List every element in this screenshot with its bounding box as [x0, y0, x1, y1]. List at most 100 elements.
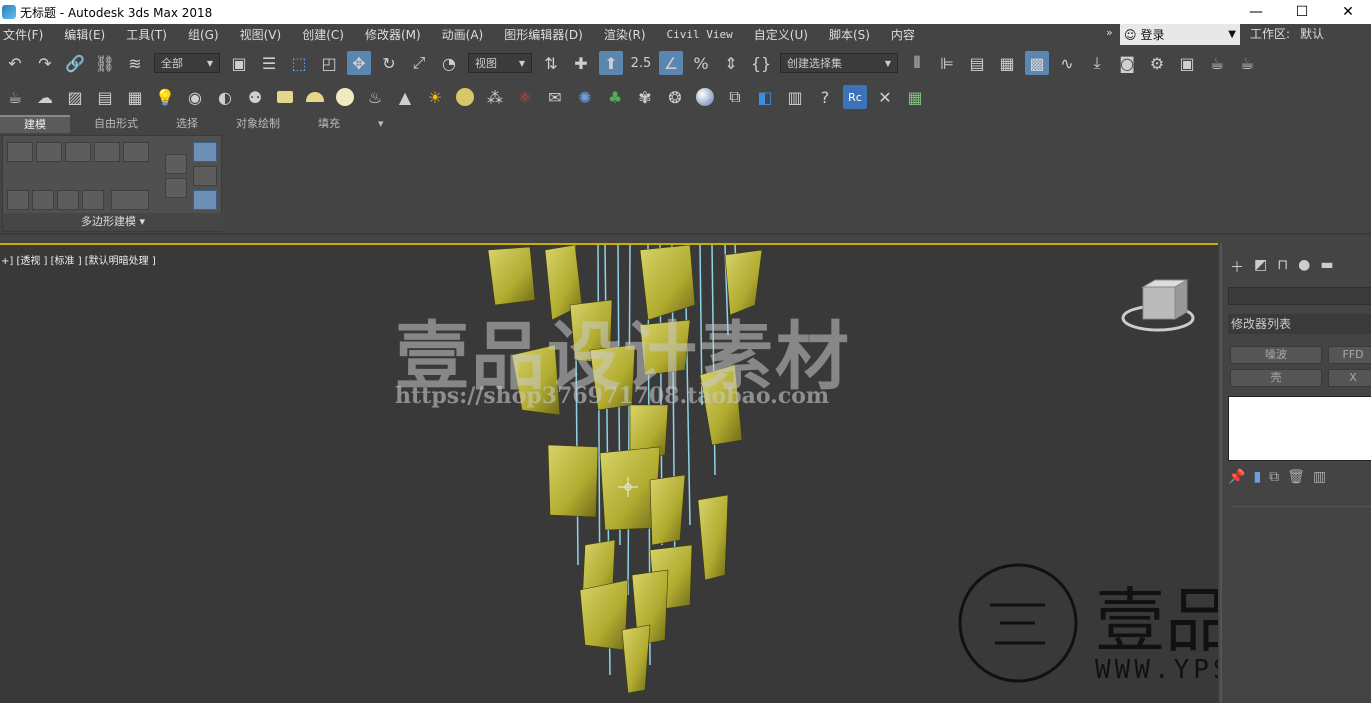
x-modifier-button[interactable]: X	[1328, 369, 1371, 387]
recap-icon[interactable]: Rc	[843, 85, 867, 109]
menu-expand-icon[interactable]: »	[1106, 26, 1113, 39]
undo-icon[interactable]: ↶	[3, 51, 27, 75]
toggle-ribbon-icon[interactable]: ▩	[1025, 51, 1049, 75]
hair-fur-icon[interactable]: ✾	[633, 85, 657, 109]
tab-selection[interactable]: 选择	[162, 115, 212, 133]
tab-modeling[interactable]: 建模	[0, 115, 70, 133]
menu-tools[interactable]: 工具(T)	[123, 26, 177, 43]
render-production-icon[interactable]: ☕	[1205, 51, 1229, 75]
ribbon-options-icon[interactable]: ▾	[364, 115, 398, 133]
dome-light-icon[interactable]	[303, 85, 327, 109]
gear-ball-icon[interactable]: ✺	[573, 85, 597, 109]
cone-icon[interactable]: ▲	[393, 85, 417, 109]
chrome-sphere-icon[interactable]	[693, 85, 717, 109]
table-icon[interactable]: ▦	[123, 85, 147, 109]
ribbon-tool-button[interactable]	[193, 142, 217, 162]
ribbon-tool-button[interactable]	[123, 142, 149, 162]
workspace-selector[interactable]: 工作区: 默认	[1250, 24, 1324, 45]
menu-graph-editors[interactable]: 图形编辑器(D)	[501, 26, 593, 43]
select-rotate-icon[interactable]: ↻	[377, 51, 401, 75]
display-tab-icon[interactable]: ▬	[1320, 257, 1333, 277]
menu-modifiers[interactable]: 修改器(M)	[362, 26, 431, 43]
snaps-toggle-icon[interactable]: 2.5	[629, 51, 653, 75]
menu-edit[interactable]: 编辑(E)	[61, 26, 115, 43]
panel-label[interactable]: 多边形建模 ▾	[3, 213, 223, 231]
menu-views[interactable]: 视图(V)	[237, 26, 292, 43]
login-dropdown[interactable]: ☺ 登录 ▼	[1120, 24, 1240, 45]
spreadsheet-icon[interactable]: ▦	[903, 85, 927, 109]
percent-snap-icon[interactable]: %	[689, 51, 713, 75]
ribbon-tool-button[interactable]	[57, 190, 79, 210]
close-button[interactable]: ✕	[1325, 0, 1371, 24]
menu-animation[interactable]: 动画(A)	[439, 26, 494, 43]
select-move-icon[interactable]: ✥	[347, 51, 371, 75]
tab-freeform[interactable]: 自由形式	[80, 115, 152, 133]
schematic-view-icon[interactable]: ⤓	[1085, 51, 1109, 75]
scene-explorer-icon[interactable]: ▤	[965, 51, 989, 75]
tools-icon[interactable]: ✕	[873, 85, 897, 109]
menu-rendering[interactable]: 渲染(R)	[601, 26, 656, 43]
noise-modifier-button[interactable]: 噪波	[1230, 346, 1322, 364]
select-manipulate-icon[interactable]: ✚	[569, 51, 593, 75]
pivot-center-icon[interactable]: ⇅	[539, 51, 563, 75]
sphere-light-shape-icon[interactable]	[333, 85, 357, 109]
ribbon-tool-button[interactable]	[193, 166, 217, 186]
render-image-icon[interactable]: ▨	[63, 85, 87, 109]
shell-modifier-button[interactable]: 壳	[1230, 369, 1322, 387]
menu-create[interactable]: 创建(C)	[299, 26, 354, 43]
tab-populate[interactable]: 填充	[304, 115, 354, 133]
keyboard-shortcut-override-icon[interactable]: ⬆	[599, 51, 623, 75]
molecule-icon[interactable]: ⚛	[513, 85, 537, 109]
menu-scripting[interactable]: 脚本(S)	[826, 26, 880, 43]
modify-tab-icon[interactable]: ◩	[1254, 257, 1267, 277]
tab-object-paint[interactable]: 对象绘制	[222, 115, 294, 133]
bind-space-warp-icon[interactable]: ≋	[123, 51, 147, 75]
ffd-modifier-button[interactable]: FFD	[1328, 346, 1371, 364]
sun-icon[interactable]: ☀	[423, 85, 447, 109]
fur-icon[interactable]: ⁂	[483, 85, 507, 109]
redo-icon[interactable]: ↷	[33, 51, 57, 75]
grass-icon[interactable]: ♣	[603, 85, 627, 109]
edit-named-selection-icon[interactable]: {}	[749, 51, 773, 75]
file-info-icon[interactable]: ▥	[783, 85, 807, 109]
place-icon[interactable]: ◔	[437, 51, 461, 75]
render-setup-icon[interactable]: ⚙	[1145, 51, 1169, 75]
menu-civil-view[interactable]: Civil View	[664, 28, 743, 41]
make-unique-icon[interactable]: ⧉	[1269, 469, 1279, 485]
named-selection-dropdown[interactable]: 创建选择集 ▼	[780, 53, 898, 73]
menu-content[interactable]: 内容	[888, 26, 925, 43]
plane-light-icon[interactable]	[273, 85, 297, 109]
film-camera-icon[interactable]: ⚉	[243, 85, 267, 109]
show-end-result-icon[interactable]: ▮	[1253, 469, 1261, 485]
select-scale-icon[interactable]: ⤢	[407, 51, 431, 75]
ribbon-tool-button[interactable]	[94, 142, 120, 162]
menu-customize[interactable]: 自定义(U)	[751, 26, 818, 43]
render-teapot-icon[interactable]: ☕	[1235, 51, 1259, 75]
perspective-viewport[interactable]: +] [透视 ] [标准 ] [默认明暗处理 ] 壹品设计素材 https://…	[0, 243, 1218, 703]
link-icon[interactable]: 🔗	[63, 51, 87, 75]
layer-explorer-icon[interactable]: ▦	[995, 51, 1019, 75]
ribbon-tool-button[interactable]	[165, 178, 187, 198]
document-icon[interactable]: ▤	[93, 85, 117, 109]
modifier-stack[interactable]	[1228, 396, 1371, 461]
ribbon-tool-button[interactable]	[165, 154, 187, 174]
selection-filter-dropdown[interactable]: 全部 ▼	[154, 53, 220, 73]
pin-stack-icon[interactable]: 📌	[1228, 469, 1245, 485]
ribbon-tool-button[interactable]	[65, 142, 91, 162]
motion-tab-icon[interactable]: ●	[1298, 257, 1310, 277]
minimize-button[interactable]: —	[1233, 0, 1279, 24]
ribbon-tool-button[interactable]	[193, 190, 217, 210]
light-bulb-icon[interactable]: 💡	[153, 85, 177, 109]
configure-sets-icon[interactable]: ▥	[1313, 469, 1326, 485]
hierarchy-tab-icon[interactable]: ⊓	[1277, 257, 1288, 277]
material-editor-icon[interactable]: ◙	[1115, 51, 1139, 75]
material-swap-icon[interactable]: ⧉	[723, 85, 747, 109]
ribbon-tool-button[interactable]	[32, 190, 54, 210]
modifier-list-dropdown[interactable]: 修改器列表	[1228, 314, 1371, 334]
window-crossing-icon[interactable]: ◰	[317, 51, 341, 75]
teapot-icon[interactable]: ☕	[3, 85, 27, 109]
camera-icon[interactable]: ◉	[183, 85, 207, 109]
vray-frame-buffer-icon[interactable]: ◧	[753, 85, 777, 109]
sphere-light-icon[interactable]: ◐	[213, 85, 237, 109]
unlink-icon[interactable]: ⛓	[93, 51, 117, 75]
